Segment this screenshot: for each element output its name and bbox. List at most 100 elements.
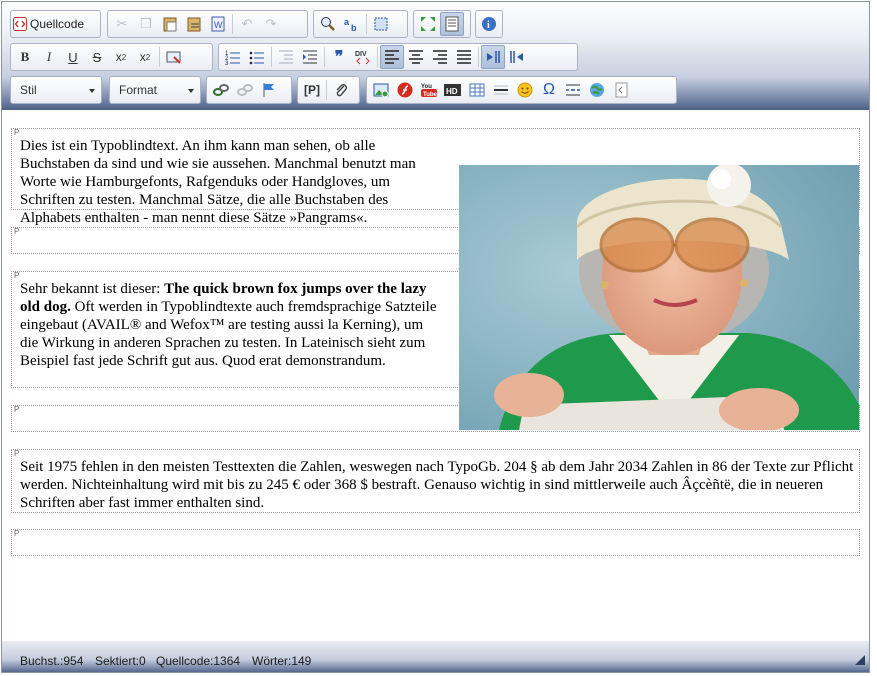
separator <box>159 47 160 67</box>
about-icon[interactable]: i <box>478 12 500 36</box>
outdent-icon[interactable] <box>274 45 298 69</box>
align-center-icon[interactable] <box>404 45 428 69</box>
embedded-photo[interactable] <box>459 165 859 430</box>
flash-icon[interactable] <box>393 78 417 102</box>
horizontal-rule-icon[interactable] <box>489 78 513 102</box>
youtube-icon[interactable]: You Tube <box>417 78 441 102</box>
format-dropdown[interactable]: Format <box>109 76 201 104</box>
char-count: Buchst.:954 <box>20 654 84 668</box>
insert-group: You Tube HD Ω <box>366 76 677 104</box>
source-count: Quellcode:1364 <box>156 654 241 668</box>
source-button[interactable]: Quellcode <box>10 10 101 38</box>
about-group: i <box>475 10 503 38</box>
source-code-icon <box>13 17 27 31</box>
show-blocks-group: [P] <box>297 76 360 104</box>
text-direction-ltr-icon[interactable] <box>481 45 505 69</box>
links-group <box>206 76 292 104</box>
empty-paragraph-block[interactable]: P <box>11 529 860 556</box>
selected-count: Sektiert:0 <box>95 654 146 668</box>
strike-icon[interactable]: S <box>85 45 109 69</box>
svg-text:W: W <box>214 20 223 30</box>
editor-toolbar: Quellcode ✂ ❐ W ↶ ↷ ab i B I U S x 2 x 2… <box>2 2 869 110</box>
wysiwyg-editor: Quellcode ✂ ❐ W ↶ ↷ ab i B I U S x 2 x 2… <box>1 1 870 673</box>
special-char-icon[interactable]: Ω <box>537 78 561 102</box>
create-div-icon[interactable]: DIV <box>351 45 375 69</box>
form-element-icon[interactable] <box>609 78 633 102</box>
paragraph-marker: P <box>14 405 20 414</box>
svg-text:i: i <box>487 20 490 31</box>
remove-format-icon[interactable] <box>162 45 186 69</box>
media-embed-icon[interactable]: HD <box>441 78 465 102</box>
superscript-icon[interactable]: x2 <box>133 45 157 69</box>
bold-icon[interactable]: B <box>13 45 37 69</box>
clipboard-group: ✂ ❐ W ↶ ↷ <box>107 10 308 38</box>
show-blocks-icon[interactable] <box>440 12 464 36</box>
separator <box>271 47 272 67</box>
editor-content[interactable]: P Dies ist ein Typoblindtext. An ihm kan… <box>2 111 869 642</box>
source-button-label: Quellcode <box>30 17 85 31</box>
smiley-icon[interactable] <box>513 78 537 102</box>
paragraph-marker: P <box>14 227 20 236</box>
paragraph-marker-icon[interactable]: [P] <box>300 78 324 102</box>
find-icon[interactable] <box>316 12 340 36</box>
separator <box>324 47 325 67</box>
copy-icon[interactable]: ❐ <box>134 12 158 36</box>
select-all-icon[interactable] <box>369 12 393 36</box>
resize-handle-icon[interactable] <box>855 655 865 665</box>
page-break-icon[interactable] <box>561 78 585 102</box>
undo-icon[interactable]: ↶ <box>235 12 259 36</box>
view-group <box>413 10 471 38</box>
indent-icon[interactable] <box>298 45 322 69</box>
word-count: Wörter:149 <box>252 654 312 668</box>
underline-icon[interactable]: U <box>61 45 85 69</box>
svg-text:3: 3 <box>225 61 229 65</box>
svg-text:DIV: DIV <box>355 51 367 58</box>
svg-text:HD: HD <box>446 87 458 96</box>
paragraph-block[interactable]: P Seit 1975 fehlen in den meisten Testte… <box>11 449 860 513</box>
style-dropdown[interactable]: Stil <box>10 76 102 104</box>
paragraph-marker: P <box>14 529 20 538</box>
redo-icon[interactable]: ↷ <box>259 12 283 36</box>
text-direction-rtl-icon[interactable] <box>505 45 529 69</box>
chevron-down-icon <box>188 89 194 93</box>
paragraph-text: Seit 1975 fehlen in den meisten Testtext… <box>20 459 854 511</box>
paste-word-icon[interactable]: W <box>206 12 230 36</box>
basic-styles-group: B I U S x2 x2 <box>10 43 213 71</box>
align-justify-icon[interactable] <box>452 45 476 69</box>
status-bar: Buchst.:954 Sektiert:0 Quellcode:1364 Wö… <box>2 641 869 672</box>
svg-text:b: b <box>351 23 357 32</box>
image-icon[interactable] <box>369 78 393 102</box>
cut-icon[interactable]: ✂ <box>110 12 134 36</box>
paragraph-marker: P <box>14 128 20 137</box>
paste-text-icon[interactable] <box>182 12 206 36</box>
align-left-icon[interactable] <box>380 45 404 69</box>
paragraph-marker: P <box>14 449 20 458</box>
separator <box>326 80 327 100</box>
align-right-icon[interactable] <box>428 45 452 69</box>
blockquote-icon[interactable]: ❞ <box>327 45 351 69</box>
paragraph-group: 123 ❞ DIV <box>218 43 578 71</box>
anchor-icon[interactable] <box>257 78 281 102</box>
paragraph-text: Sehr bekannt ist dieser: The quick brown… <box>20 281 437 369</box>
italic-icon[interactable]: I <box>37 45 61 69</box>
maximize-icon[interactable] <box>416 12 440 36</box>
attachment-icon[interactable] <box>329 78 353 102</box>
unlink-icon[interactable] <box>233 78 257 102</box>
style-dropdown-label: Stil <box>20 83 37 97</box>
paragraph-marker: P <box>14 271 20 280</box>
format-dropdown-label: Format <box>119 83 158 97</box>
chevron-down-icon <box>89 89 95 93</box>
table-icon[interactable] <box>465 78 489 102</box>
svg-text:Tube: Tube <box>423 92 438 98</box>
separator <box>232 14 233 34</box>
iframe-icon[interactable] <box>585 78 609 102</box>
replace-icon[interactable]: ab <box>340 12 364 36</box>
bulleted-list-icon[interactable] <box>245 45 269 69</box>
link-icon[interactable] <box>209 78 233 102</box>
paste-icon[interactable] <box>158 12 182 36</box>
numbered-list-icon[interactable]: 123 <box>221 45 245 69</box>
separator <box>377 47 378 67</box>
find-group: ab <box>313 10 408 38</box>
svg-text:a: a <box>344 17 350 27</box>
subscript-icon[interactable]: x2 <box>109 45 133 69</box>
